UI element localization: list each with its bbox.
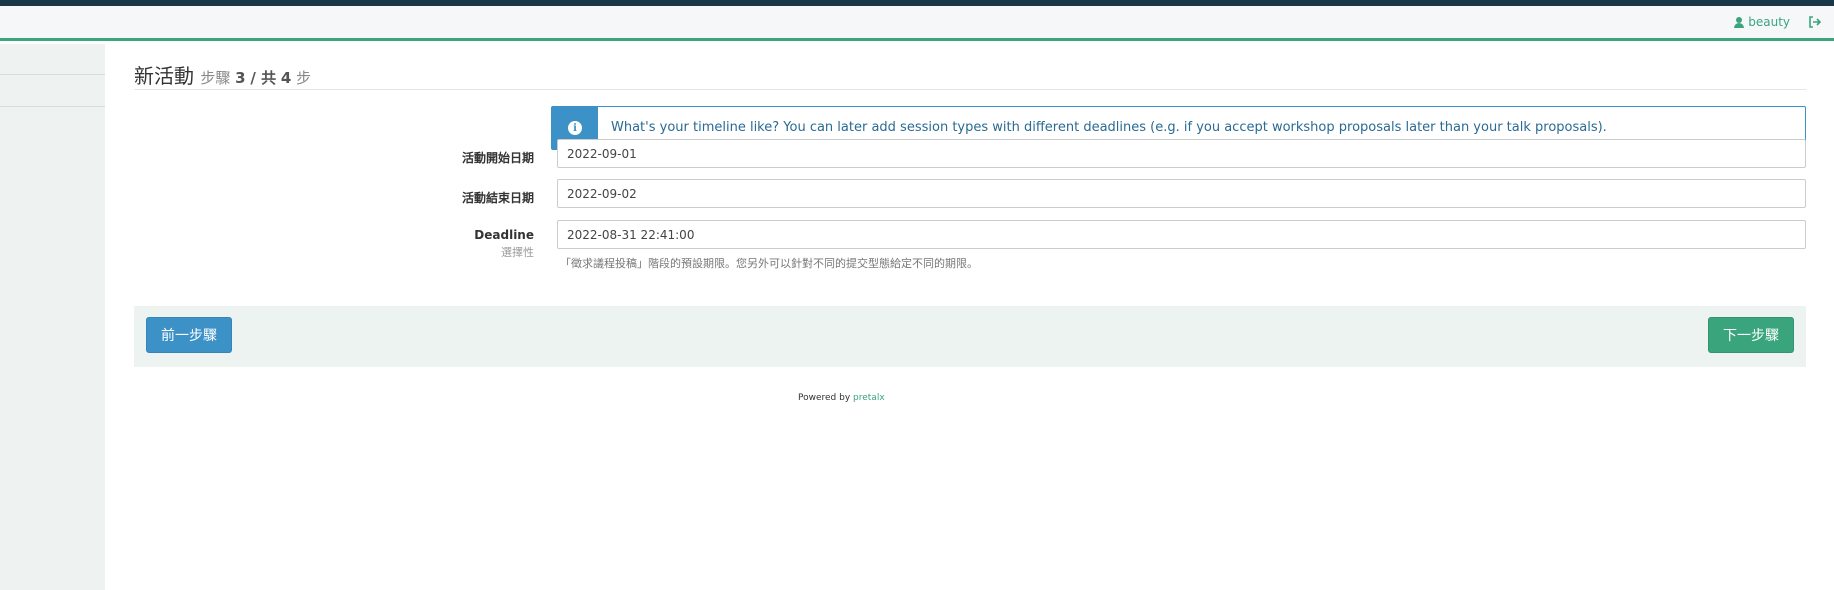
start-date-input[interactable]: [557, 139, 1806, 168]
end-date-input[interactable]: [557, 179, 1806, 208]
sidebar-divider: [0, 106, 105, 107]
deadline-input[interactable]: [557, 220, 1806, 249]
top-navbar: beauty: [0, 6, 1834, 41]
optional-hint: 選擇性: [501, 246, 534, 259]
next-step-button[interactable]: 下一步驟: [1708, 317, 1794, 353]
user-menu[interactable]: beauty: [1734, 15, 1790, 29]
previous-step-button[interactable]: 前一步驟: [146, 317, 232, 353]
main-content: 新活動 步驟 3 / 共 4 步 i What's your timeline …: [134, 44, 1806, 367]
deadline-help-text: 「徵求議程投稿」階段的預設期限。您另外可以針對不同的提交型態給定不同的期限。: [560, 257, 978, 270]
page-title: 新活動 步驟 3 / 共 4 步: [134, 44, 1806, 90]
sidebar-divider: [0, 74, 105, 75]
sidebar: [0, 44, 105, 590]
deadline-label: Deadline 選擇性: [134, 228, 534, 260]
footer: Powered by pretalx: [798, 393, 885, 403]
page-title-text: 新活動: [134, 64, 194, 88]
deadline-label-text: Deadline: [474, 228, 534, 242]
button-bar: 前一步驟 下一步驟: [134, 306, 1806, 367]
end-date-label: 活動結束日期: [461, 191, 534, 205]
start-date-label: 活動開始日期: [461, 151, 534, 165]
powered-by-text: Powered by: [798, 393, 851, 403]
info-icon: i: [568, 121, 582, 135]
step-indicator: 步驟 3 / 共 4 步: [200, 69, 312, 87]
user-icon: [1734, 16, 1745, 28]
username: beauty: [1748, 15, 1790, 29]
pretalx-link[interactable]: pretalx: [853, 393, 885, 403]
logout-icon[interactable]: [1808, 16, 1822, 28]
